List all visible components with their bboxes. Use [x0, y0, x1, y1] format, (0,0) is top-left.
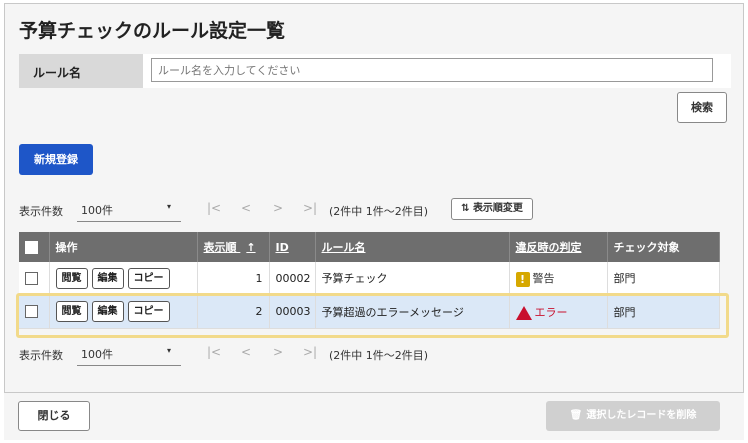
reorder-button[interactable]: ⇅ 表示順変更: [451, 198, 533, 220]
view-button[interactable]: 閲覧: [55, 301, 88, 322]
count-select[interactable]: 100件 ▾: [77, 342, 181, 366]
result-count: (2件中 1件〜2件目): [329, 349, 429, 362]
row-id: 00002: [269, 262, 316, 296]
count-label: 表示件数: [19, 205, 63, 218]
select-all-checkbox[interactable]: [25, 240, 38, 254]
sort-icon: ⇅: [461, 203, 470, 214]
copy-button[interactable]: コピー: [127, 267, 170, 289]
last-page-icon[interactable]: >|: [303, 201, 317, 215]
reorder-label: 表示順変更: [472, 203, 523, 214]
row-checkbox[interactable]: [25, 305, 38, 319]
row-judge: エラー: [509, 295, 608, 329]
table-row[interactable]: 閲覧 編集 コピー 1 00002 予算チェック ! 警告 部門: [19, 262, 720, 296]
next-page-icon[interactable]: >: [273, 201, 283, 215]
row-checkbox-cell[interactable]: [19, 262, 50, 296]
first-page-icon[interactable]: |<: [207, 201, 221, 215]
rule-name-input[interactable]: [151, 58, 713, 82]
first-page-icon[interactable]: |<: [207, 345, 221, 359]
result-count: (2件中 1件〜2件目): [329, 205, 429, 218]
error-triangle-icon: [515, 305, 532, 320]
delete-label: 選択したレコードを削除: [586, 410, 697, 421]
rules-table: 操作 表示順 ↑ ID ルール名 違反時の判定 チェック対象 閲覧 編集 コピー 1…: [19, 232, 720, 329]
col-judge[interactable]: 違反時の判定: [509, 232, 608, 262]
prev-page-icon[interactable]: <: [241, 345, 251, 359]
row-name: 予算チェック: [315, 262, 510, 296]
search-label: ルール名: [19, 54, 143, 88]
select-all-cell[interactable]: [19, 232, 50, 262]
table-row[interactable]: 閲覧 編集 コピー 2 00003 予算超過のエラーメッセージ エラー 部門: [19, 295, 720, 329]
row-target: 部門: [607, 295, 720, 329]
count-select-value: 100件: [81, 348, 113, 361]
count-select[interactable]: 100件 ▾: [77, 198, 181, 222]
row-order: 1: [197, 262, 270, 296]
count-select-value: 100件: [81, 204, 113, 217]
pager-bottom: 表示件数 100件 ▾ |< < > >| (2件中 1件〜2件目): [19, 342, 439, 366]
row-order: 2: [197, 295, 270, 329]
close-button[interactable]: 閉じる: [18, 401, 90, 431]
row-id: 00003: [269, 295, 316, 329]
pager-top: 表示件数 100件 ▾ |< < > >| (2件中 1件〜2件目) ⇅ 表示順…: [19, 198, 539, 222]
dialog-footer: 閉じる 🗑 選択したレコードを削除: [4, 392, 744, 440]
prev-page-icon[interactable]: <: [241, 201, 251, 215]
chevron-down-icon: ▾: [166, 202, 171, 211]
edit-button[interactable]: 編集: [91, 267, 124, 289]
sort-arrow-icon: ↑: [246, 241, 256, 254]
table-header-row: 操作 表示順 ↑ ID ルール名 違反時の判定 チェック対象: [19, 232, 720, 262]
next-page-icon[interactable]: >: [273, 345, 283, 359]
row-name: 予算超過のエラーメッセージ: [315, 295, 510, 329]
edit-button[interactable]: 編集: [91, 301, 124, 322]
page-title: 予算チェックのルール設定一覧: [19, 20, 286, 42]
judge-label: エラー: [534, 305, 568, 319]
chevron-down-icon: ▾: [166, 346, 171, 355]
search-button[interactable]: 検索: [677, 92, 727, 123]
col-id[interactable]: ID: [269, 232, 316, 262]
last-page-icon[interactable]: >|: [303, 345, 317, 359]
new-register-button[interactable]: 新規登録: [19, 144, 93, 175]
row-judge: ! 警告: [509, 262, 608, 296]
trash-icon: 🗑: [569, 410, 583, 421]
count-label: 表示件数: [19, 349, 63, 362]
col-rule-name[interactable]: ルール名: [315, 232, 510, 262]
col-actions: 操作: [49, 232, 198, 262]
col-order-label: 表示順: [203, 241, 237, 254]
col-target: チェック対象: [607, 232, 720, 262]
delete-selected-button[interactable]: 🗑 選択したレコードを削除: [546, 401, 720, 431]
view-button[interactable]: 閲覧: [55, 267, 88, 289]
row-target: 部門: [607, 262, 720, 296]
copy-button[interactable]: コピー: [127, 301, 170, 322]
row-checkbox-cell[interactable]: [19, 295, 50, 329]
search-row: ルール名: [19, 54, 731, 88]
judge-label: 警告: [532, 272, 555, 285]
dialog-frame: 予算チェックのルール設定一覧 ルール名 検索 新規登録 表示件数 100件 ▾ …: [4, 3, 744, 440]
row-actions: 閲覧 編集 コピー: [49, 295, 198, 329]
row-checkbox[interactable]: [25, 272, 38, 285]
col-order[interactable]: 表示順 ↑: [197, 232, 270, 262]
row-actions: 閲覧 編集 コピー: [49, 262, 198, 296]
warning-icon: !: [515, 271, 530, 287]
